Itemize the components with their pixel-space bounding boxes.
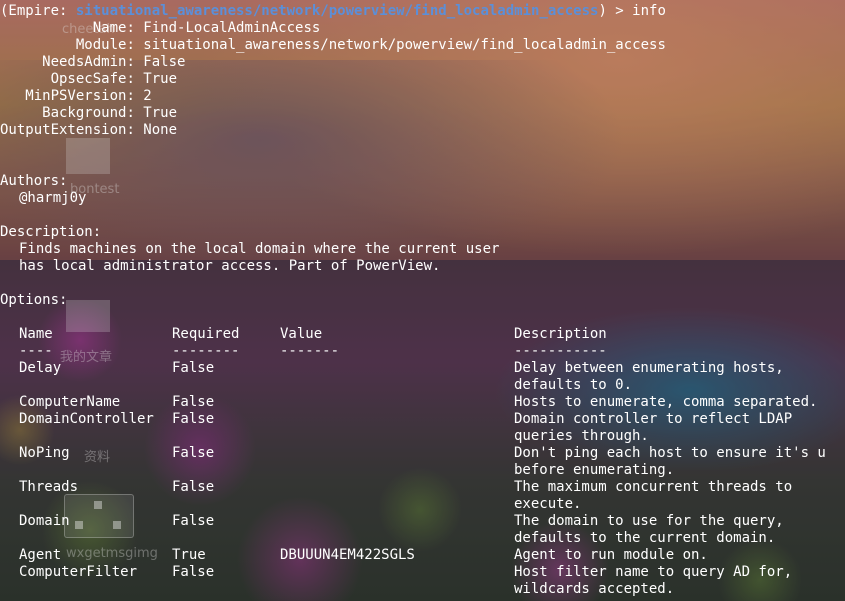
column-header-value: Value <box>280 326 323 342</box>
info-row: Module: situational_awareness/network/po… <box>0 37 666 54</box>
info-colon: : <box>126 20 144 36</box>
option-required: False <box>172 394 215 410</box>
info-value: Find-LocalAdminAccess <box>143 20 321 36</box>
option-name: ComputerFilter <box>19 564 138 580</box>
option-name: ComputerName <box>19 394 121 410</box>
info-value: False <box>143 54 186 70</box>
info-value: True <box>143 71 178 87</box>
info-value: True <box>143 105 178 121</box>
module-path: situational_awareness/network/powerview/… <box>75 3 599 19</box>
description-header: Description: <box>0 224 102 240</box>
option-name: Delay <box>19 360 62 376</box>
separator-description: ----------- <box>514 343 607 359</box>
info-key: MinPSVersion <box>25 88 127 104</box>
ghost-thumbnail <box>66 138 110 174</box>
option-description: The domain to use for the query, <box>514 513 784 529</box>
option-name: Domain <box>19 513 70 529</box>
prompt-prefix: (Empire: <box>0 3 76 19</box>
command-text: info <box>632 3 666 19</box>
prompt-line: (Empire: situational_awareness/network/p… <box>0 3 666 20</box>
option-required: False <box>172 360 215 376</box>
ghost-label-wx: wxgetmsgimg <box>66 546 158 561</box>
option-description: queries through. <box>514 428 649 444</box>
separator-name: ---- <box>19 343 53 359</box>
option-name: Threads <box>19 479 79 495</box>
info-key: Background <box>42 105 127 121</box>
option-required: False <box>172 564 215 580</box>
info-row: MinPSVersion: 2 <box>0 88 152 105</box>
info-key: Name <box>92 20 127 36</box>
column-header-name: Name <box>19 326 53 342</box>
info-row: OpsecSafe: True <box>0 71 177 88</box>
info-colon: : <box>126 88 144 104</box>
option-name: Agent <box>19 547 62 563</box>
info-key: Module <box>75 37 127 53</box>
options-header: Options: <box>0 292 68 308</box>
ghost-network-icon <box>64 494 134 538</box>
info-key: OpsecSafe <box>50 71 127 87</box>
option-description: Agent to run module on. <box>514 547 708 563</box>
info-row: OutputExtension: None <box>0 122 177 139</box>
ghost-label-wenzhang: 我的文章 <box>60 350 113 365</box>
info-row: Name: Find-LocalAdminAccess <box>0 20 321 37</box>
author-entry: @harmj0y <box>19 190 87 206</box>
option-name: DomainController <box>19 411 154 427</box>
option-description: execute. <box>514 496 582 512</box>
option-description: Delay between enumerating hosts, <box>514 360 784 376</box>
info-value: None <box>143 122 178 138</box>
prompt-suffix: ) > <box>598 3 633 19</box>
option-description: The maximum concurrent threads to <box>514 479 793 495</box>
description-line: has local administrator access. Part of … <box>19 258 441 274</box>
info-colon: : <box>126 37 144 53</box>
info-row: Background: True <box>0 105 177 122</box>
info-colon: : <box>126 122 144 138</box>
option-required: True <box>172 547 206 563</box>
separator-required: -------- <box>172 343 240 359</box>
option-value: DBUUUN4EM422SGLS <box>280 547 415 563</box>
info-row: NeedsAdmin: False <box>0 54 185 71</box>
info-key: NeedsAdmin <box>42 54 127 70</box>
ghost-thumbnail <box>66 300 110 332</box>
column-header-description: Description <box>514 326 607 342</box>
info-colon: : <box>126 105 144 121</box>
option-required: False <box>172 479 215 495</box>
option-required: False <box>172 445 215 461</box>
option-description: before enumerating. <box>514 462 675 478</box>
option-description: Hosts to enumerate, comma separated. <box>514 394 818 410</box>
info-colon: : <box>126 71 144 87</box>
ghost-label-ziliao: 资料 <box>84 450 111 465</box>
option-description: wildcards accepted. <box>514 581 675 597</box>
option-description: defaults to 0. <box>514 377 633 393</box>
info-key: OutputExtension <box>0 122 127 138</box>
option-required: False <box>172 513 215 529</box>
info-colon: : <box>126 54 144 70</box>
option-description: Don't ping each host to ensure it's u <box>514 445 826 461</box>
description-line: Finds machines on the local domain where… <box>19 241 500 257</box>
info-value: 2 <box>143 88 152 104</box>
option-description: Host filter name to query AD for, <box>514 564 793 580</box>
separator-value: ------- <box>280 343 340 359</box>
option-description: defaults to the current domain. <box>514 530 776 546</box>
info-value: situational_awareness/network/powerview/… <box>143 37 666 53</box>
column-header-required: Required <box>172 326 240 342</box>
option-description: Domain controller to reflect LDAP <box>514 411 793 427</box>
authors-header: Authors: <box>0 173 68 189</box>
option-name: NoPing <box>19 445 70 461</box>
option-required: False <box>172 411 215 427</box>
